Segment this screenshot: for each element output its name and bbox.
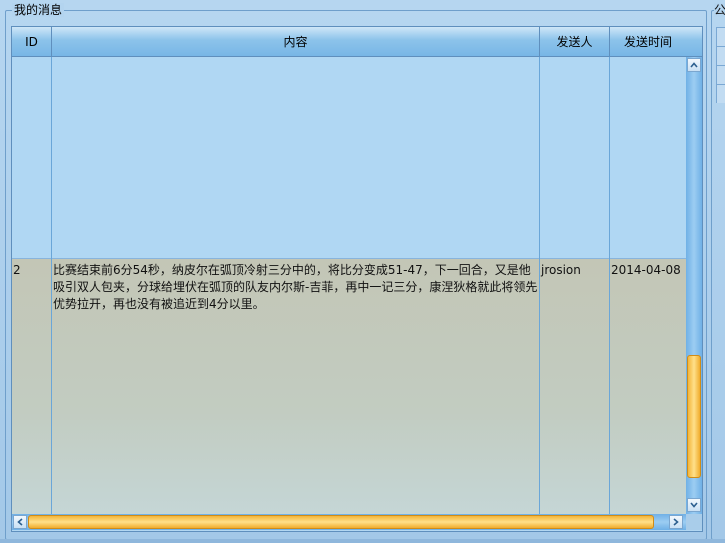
vertical-scrollbar[interactable] [686,57,702,514]
chevron-down-icon [690,502,698,508]
horizontal-scrollbar[interactable] [12,514,686,530]
my-messages-title: 我的消息 [12,3,65,17]
right-grid-cell [716,84,725,103]
scrollbar-corner [686,514,702,530]
column-header-id[interactable]: ID [12,27,52,56]
right-grid-cell [716,65,725,84]
chevron-left-icon [17,518,23,526]
right-grid-cell [716,27,725,46]
messages-grid: ID 内容 发送人 发送时间 2 比赛结束前6分54秒，纳皮尔在弧顶冷射三分中的… [11,26,703,532]
scroll-down-button[interactable] [687,498,701,512]
right-groupbox-title: 公 [714,3,725,17]
chevron-up-icon [690,62,698,68]
grid-header: ID 内容 发送人 发送时间 [12,27,702,57]
horizontal-scroll-thumb[interactable] [28,515,654,529]
bottom-edge [0,539,725,543]
cell-send-time: 2014-04-08 [611,263,681,277]
chevron-right-icon [673,518,679,526]
column-divider [51,57,52,514]
scroll-left-button[interactable] [13,515,27,529]
column-divider [609,57,610,514]
cell-sender: jrosion [541,263,581,277]
column-divider [539,57,540,514]
column-header-send-time[interactable]: 发送时间 [610,27,686,56]
scroll-right-button[interactable] [669,515,683,529]
right-grid-cell [716,46,725,65]
cell-id: 2 [13,263,21,277]
vertical-scroll-thumb[interactable] [687,355,701,478]
table-row[interactable]: 2 比赛结束前6分54秒，纳皮尔在弧顶冷射三分中的，将比分变成51-47，下一回… [12,258,686,515]
column-header-sender[interactable]: 发送人 [540,27,610,56]
scroll-up-button[interactable] [687,58,701,72]
cell-content: 比赛结束前6分54秒，纳皮尔在弧顶冷射三分中的，将比分变成51-47，下一回合，… [53,263,538,311]
column-header-content[interactable]: 内容 [52,27,540,56]
table-row[interactable] [12,57,686,258]
